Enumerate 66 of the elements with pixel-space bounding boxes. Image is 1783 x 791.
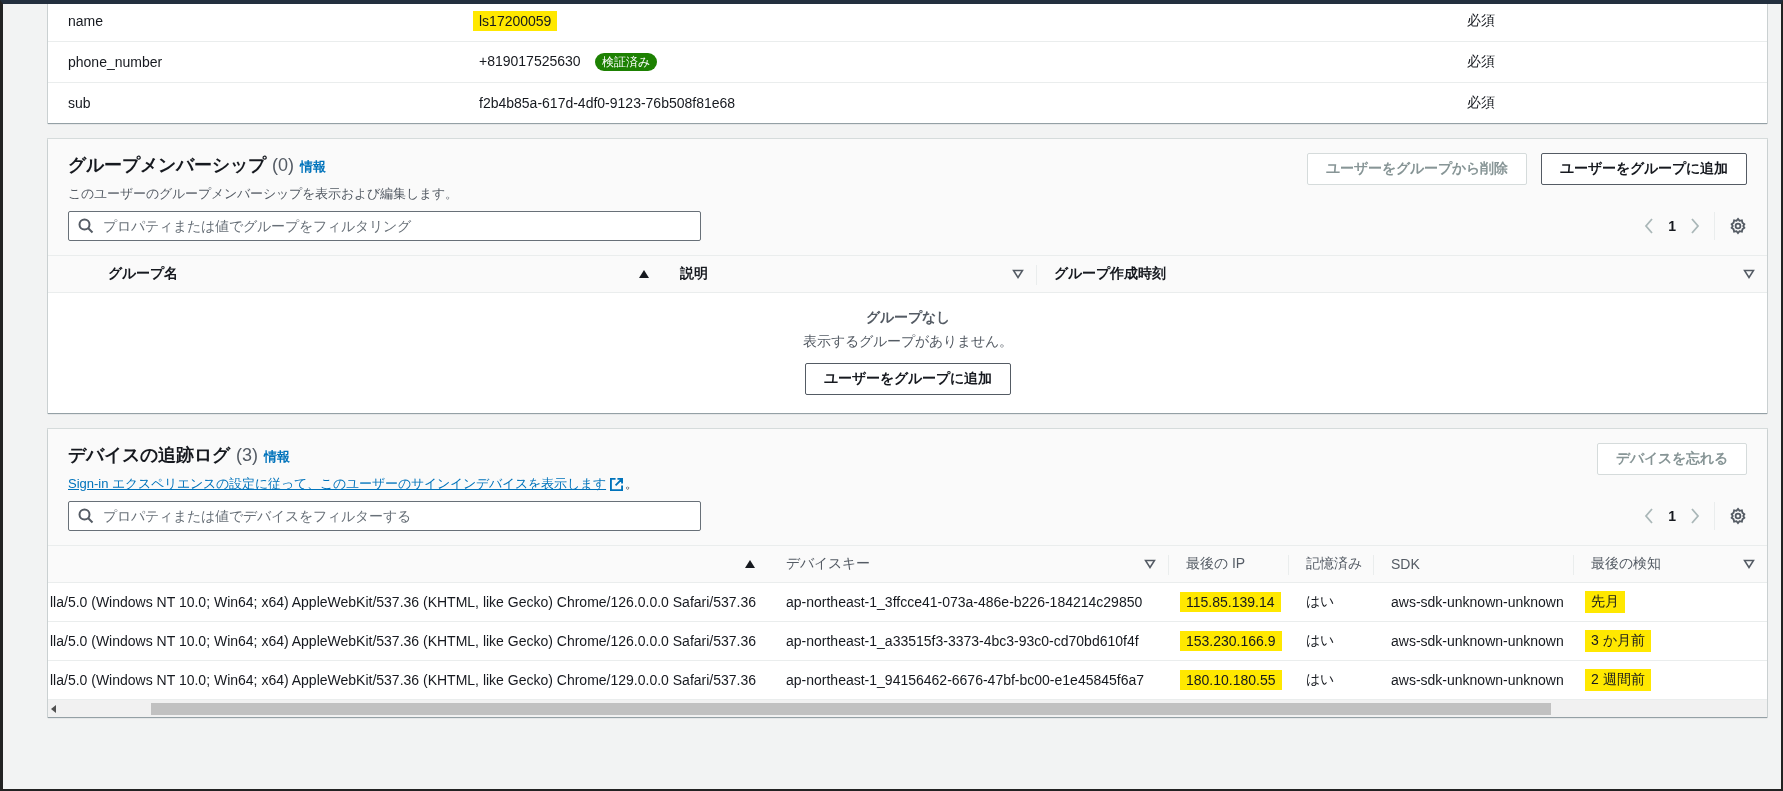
- section-title: グループメンバーシップ: [68, 154, 266, 177]
- table-cell-text: はい: [1305, 631, 1335, 650]
- table-cell-text: はい: [1305, 592, 1335, 611]
- sort-icon[interactable]: [1743, 559, 1755, 569]
- period: 。: [625, 475, 639, 493]
- search-icon: [78, 508, 94, 524]
- sign-in-settings-link[interactable]: Sign-in エクスペリエンスの設定に従って、このユーザーのサインインデバイスを表示します: [68, 475, 624, 493]
- external-link-icon: [610, 477, 624, 491]
- attribute-name: name: [68, 13, 105, 29]
- attribute-value: ls17200059: [473, 11, 558, 31]
- count-label: (0): [272, 155, 294, 176]
- filter-field[interactable]: プロパティまたは値でグループをフィルタリング: [68, 211, 701, 241]
- column-header[interactable]: デバイスキー: [768, 545, 1168, 583]
- sort-icon[interactable]: [1743, 269, 1755, 279]
- info-link[interactable]: 情報: [264, 448, 290, 466]
- column-header[interactable]: SDK: [1373, 545, 1573, 583]
- page-number[interactable]: 1: [1668, 508, 1676, 524]
- table-cell: 先月: [1585, 591, 1625, 613]
- table-cell-text: aws-sdk-unknown-unknown: [1390, 632, 1565, 651]
- section-description: このユーザーのグループメンバーシップを表示および編集します。: [68, 185, 458, 203]
- table-cell: 3 か月前: [1585, 630, 1651, 652]
- table-cell: 2 週間前: [1585, 669, 1651, 691]
- table-cell-text: ap-northeast-1_3ffcce41-073a-486e-b226-184214c29850: [785, 593, 1144, 612]
- horizontal-scrollbar[interactable]: [48, 700, 1767, 717]
- info-link[interactable]: 情報: [300, 158, 326, 176]
- attribute-value: f2b4b85a-617d-4df0-9123-76b508f81e68: [478, 94, 737, 113]
- column-header[interactable]: 記憶済み: [1288, 545, 1373, 583]
- empty-title: グループなし: [865, 309, 950, 327]
- attribute-value: +819017525630: [478, 52, 582, 71]
- table-cell: 115.85.139.14: [1180, 592, 1281, 612]
- count-label: (3): [236, 445, 258, 466]
- table-cell: 180.10.180.55: [1180, 670, 1282, 690]
- column-header[interactable]: 最後の検知: [1573, 545, 1767, 583]
- search-icon: [78, 218, 94, 234]
- settings-icon[interactable]: [1729, 217, 1747, 235]
- add-to-group-button[interactable]: ユーザーをグループに追加: [804, 363, 1011, 395]
- table-cell-text: lla/5.0 (Windows NT 10.0; Win64; x64) AppleWebKit/537.36 (KHTML, like Gecko) Chrome/126.0.0.0 Safari/537.36: [50, 632, 758, 651]
- add-to-group-button[interactable]: ユーザーをグループに追加: [1541, 153, 1747, 185]
- table-cell: 153.230.166.9: [1180, 631, 1282, 651]
- sort-icon[interactable]: [1012, 269, 1024, 279]
- table-cell-text: はい: [1305, 670, 1335, 689]
- table-cell-text: lla/5.0 (Windows NT 10.0; Win64; x64) AppleWebKit/537.36 (KHTML, like Gecko) Chrome/129.0.0.0 Safari/537.36: [50, 671, 758, 690]
- sort-ascending-icon[interactable]: [744, 559, 756, 569]
- empty-text: 表示するグループがありません。: [802, 333, 1013, 351]
- required-label: 必須: [1467, 94, 1496, 112]
- table-cell-text: lla/5.0 (Windows NT 10.0; Win64; x64) AppleWebKit/537.36 (KHTML, like Gecko) Chrome/126.0.0.0 Safari/537.36: [50, 593, 758, 612]
- table-cell-text: aws-sdk-unknown-unknown: [1390, 593, 1565, 612]
- page-number[interactable]: 1: [1668, 218, 1676, 234]
- column-header[interactable]: グループ作成時刻: [1036, 255, 1767, 293]
- column-header[interactable]: 説明: [662, 255, 1036, 293]
- column-header[interactable]: 最後の IP: [1168, 545, 1288, 583]
- attribute-name: phone_number: [68, 54, 164, 70]
- settings-icon[interactable]: [1729, 507, 1747, 525]
- required-label: 必須: [1467, 12, 1496, 30]
- sort-icon[interactable]: [1144, 559, 1156, 569]
- status-badge: 検証済み: [594, 53, 657, 71]
- section-title: デバイスの追跡ログ: [68, 444, 230, 467]
- sort-ascending-icon[interactable]: [638, 269, 650, 279]
- filter-field[interactable]: プロパティまたは値でデバイスをフィルターする: [68, 501, 701, 531]
- required-label: 必須: [1467, 53, 1496, 71]
- table-cell-text: ap-northeast-1_a33515f3-3373-4bc3-93c0-cd70bd610f4f: [785, 632, 1140, 651]
- attribute-name: sub: [68, 95, 92, 111]
- table-cell-text: ap-northeast-1_94156462-6676-47bf-bc00-e1e45845f6a7: [785, 671, 1146, 690]
- scroll-left-icon[interactable]: [51, 704, 57, 713]
- table-cell-text: aws-sdk-unknown-unknown: [1390, 671, 1565, 690]
- column-header[interactable]: グループ名: [103, 255, 662, 293]
